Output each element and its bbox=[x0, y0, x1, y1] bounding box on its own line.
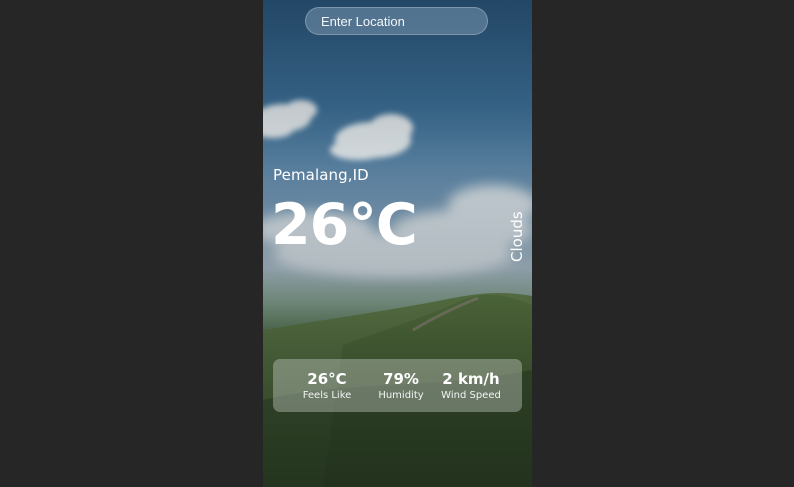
feels-like-value: 26°C bbox=[307, 370, 347, 388]
feels-like-label: Feels Like bbox=[302, 390, 352, 401]
location-search-input[interactable] bbox=[305, 7, 488, 35]
weather-details-panel: 26°C Feels Like 79% Humidity 2 km/h Wind… bbox=[273, 359, 522, 412]
wind-speed-value: 2 km/h bbox=[442, 370, 500, 388]
location-name: Pemalang,ID bbox=[273, 166, 369, 184]
weather-app: Pemalang,ID 26°C Clouds 26°C Feels Like … bbox=[263, 0, 532, 487]
humidity-stat: 79% Humidity bbox=[371, 369, 431, 403]
app-viewport: Pemalang,ID 26°C Clouds 26°C Feels Like … bbox=[0, 0, 794, 487]
feels-like-stat: 26°C Feels Like bbox=[302, 369, 352, 403]
wind-speed-stat: 2 km/h Wind Speed bbox=[430, 369, 512, 403]
humidity-label: Humidity bbox=[378, 390, 424, 401]
current-temperature: 26°C bbox=[271, 192, 418, 258]
wind-speed-label: Wind Speed bbox=[441, 390, 501, 401]
weather-condition: Clouds bbox=[508, 211, 526, 262]
humidity-value: 79% bbox=[383, 370, 419, 388]
